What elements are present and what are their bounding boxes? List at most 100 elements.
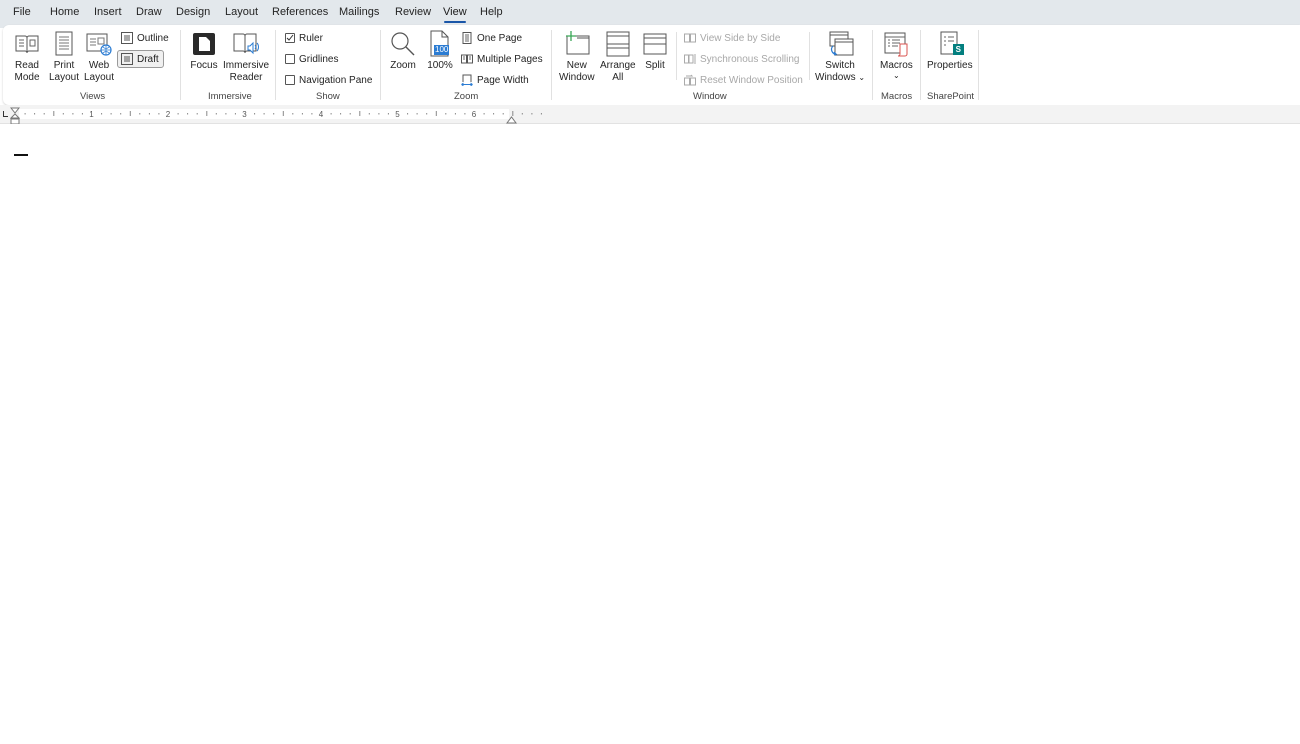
- globe-page-icon: [85, 30, 113, 58]
- view-side-by-side-button[interactable]: View Side by Side: [684, 30, 780, 46]
- tab-view[interactable]: View: [443, 6, 467, 23]
- ruler-tick: [273, 113, 275, 115]
- draft-button-content[interactable]: Draft: [121, 51, 159, 67]
- ruler-tick: [196, 113, 198, 115]
- separator: [872, 30, 873, 100]
- tab-help[interactable]: Help: [480, 6, 503, 18]
- switch-windows-button[interactable]: Switch Windows ⌄: [815, 30, 865, 84]
- separator: [676, 32, 677, 80]
- print-layout-label-1: Print: [53, 60, 75, 71]
- hundred-percent-icon: 100: [426, 30, 454, 58]
- page-width-button[interactable]: Page Width: [461, 72, 529, 88]
- separator: [180, 30, 181, 100]
- multiple-pages-button[interactable]: Multiple Pages: [461, 51, 543, 67]
- ruler-checkbox[interactable]: Ruler: [285, 30, 323, 46]
- properties-button[interactable]: S Properties: [927, 30, 973, 72]
- ruler-tick: [454, 113, 456, 115]
- hundred-percent-button[interactable]: 100 100%: [426, 30, 454, 72]
- web-layout-button[interactable]: Web Layout: [84, 30, 114, 84]
- ruler-tick: [387, 113, 389, 115]
- split-icon: [641, 30, 669, 58]
- ruler-tick: [34, 113, 36, 115]
- ruler-tick: [225, 113, 227, 115]
- reset-window-position-button[interactable]: Reset Window Position: [684, 72, 803, 88]
- tab-file[interactable]: File: [13, 6, 31, 18]
- ruler-tick: [483, 113, 485, 115]
- separator: [978, 30, 979, 100]
- focus-icon: [190, 30, 218, 58]
- separator: [275, 30, 276, 100]
- tab-references[interactable]: References: [272, 6, 328, 18]
- tab-insert[interactable]: Insert: [94, 6, 122, 18]
- one-page-label: One Page: [477, 32, 523, 44]
- split-label: Split: [645, 60, 665, 71]
- macros-button[interactable]: Macros ⌄: [880, 30, 913, 80]
- ruler-tick: [426, 113, 428, 115]
- sync-scroll-icon: [684, 53, 696, 65]
- one-page-button[interactable]: One Page: [461, 30, 522, 46]
- navigation-pane-checkbox[interactable]: Navigation Pane: [285, 72, 372, 88]
- new-window-button[interactable]: New Window: [559, 30, 595, 84]
- menu-bar: File Home Insert Draw Design Layout Refe…: [0, 0, 1300, 28]
- gridlines-label: Gridlines: [299, 53, 339, 65]
- ruler-tick: [206, 111, 208, 116]
- ruler-tick: [292, 113, 294, 115]
- ruler-tick: [521, 113, 523, 115]
- outline-icon: [121, 32, 133, 44]
- zoom-group-label: Zoom: [454, 91, 479, 102]
- immersive-reader-button[interactable]: Immersive Reader: [223, 30, 269, 84]
- ruler-tick: [349, 113, 351, 115]
- ruler-tick: [187, 113, 189, 115]
- tab-draw[interactable]: Draw: [136, 6, 162, 18]
- ruler-tick: [378, 113, 380, 115]
- ruler-tick: [435, 111, 437, 116]
- ruler-number: 4: [319, 110, 324, 119]
- gridlines-checkbox[interactable]: Gridlines: [285, 51, 338, 67]
- ruler-tick: [139, 113, 141, 115]
- document-canvas[interactable]: [0, 124, 1300, 744]
- web-layout-label-1: Web: [88, 60, 110, 71]
- ruler-tick: [129, 111, 131, 116]
- read-mode-label-2: Mode: [14, 72, 40, 83]
- read-mode-label-1: Read: [15, 60, 39, 71]
- ruler-number: 1: [89, 110, 94, 119]
- ruler-tick: [43, 113, 45, 115]
- zoom-button[interactable]: Zoom: [389, 30, 417, 72]
- reset-window-position-label: Reset Window Position: [700, 74, 803, 86]
- ruler-tick: [301, 113, 303, 115]
- tab-review[interactable]: Review: [395, 6, 431, 18]
- split-button[interactable]: Split: [641, 30, 669, 72]
- sharepoint-group-label: SharePoint: [927, 91, 975, 102]
- tab-design[interactable]: Design: [176, 6, 210, 18]
- checkbox-empty-icon: [285, 54, 295, 64]
- ruler-tick: [24, 113, 26, 115]
- print-layout-label-2: Layout: [49, 72, 80, 83]
- ruler-tick: [359, 111, 361, 116]
- tab-mailings[interactable]: Mailings: [339, 6, 379, 18]
- read-mode-button[interactable]: Read Mode: [13, 30, 41, 84]
- tab-stop-selector[interactable]: [3, 111, 8, 117]
- immersive-reader-label-2: Reader: [229, 72, 263, 83]
- zoom-label: Zoom: [390, 60, 416, 71]
- show-group-label: Show: [316, 91, 340, 102]
- print-layout-button[interactable]: Print Layout: [49, 30, 79, 84]
- ruler-tick: [120, 113, 122, 115]
- tab-home[interactable]: Home: [50, 6, 79, 18]
- outline-button[interactable]: Outline: [121, 30, 169, 46]
- side-by-side-icon: [684, 32, 696, 44]
- synchronous-scrolling-button[interactable]: Synchronous Scrolling: [684, 51, 800, 67]
- focus-button[interactable]: Focus: [190, 30, 218, 72]
- ruler-tick: [263, 113, 265, 115]
- switch-windows-label-1: Switch: [825, 60, 855, 71]
- ruler-tick: [445, 113, 447, 115]
- arrange-all-button[interactable]: Arrange All: [600, 30, 636, 84]
- checkbox-empty-icon: [285, 75, 295, 85]
- ruler-tick: [493, 113, 495, 115]
- horizontal-ruler[interactable]: 1 2 3 4 5 6: [19, 108, 579, 120]
- separator: [551, 30, 552, 100]
- switch-windows-label-text: Windows: [815, 72, 856, 83]
- ruler-tick: [330, 113, 332, 115]
- tab-layout[interactable]: Layout: [225, 6, 258, 18]
- hundred-percent-label: 100%: [427, 60, 453, 71]
- ruler-number: 2: [166, 110, 171, 119]
